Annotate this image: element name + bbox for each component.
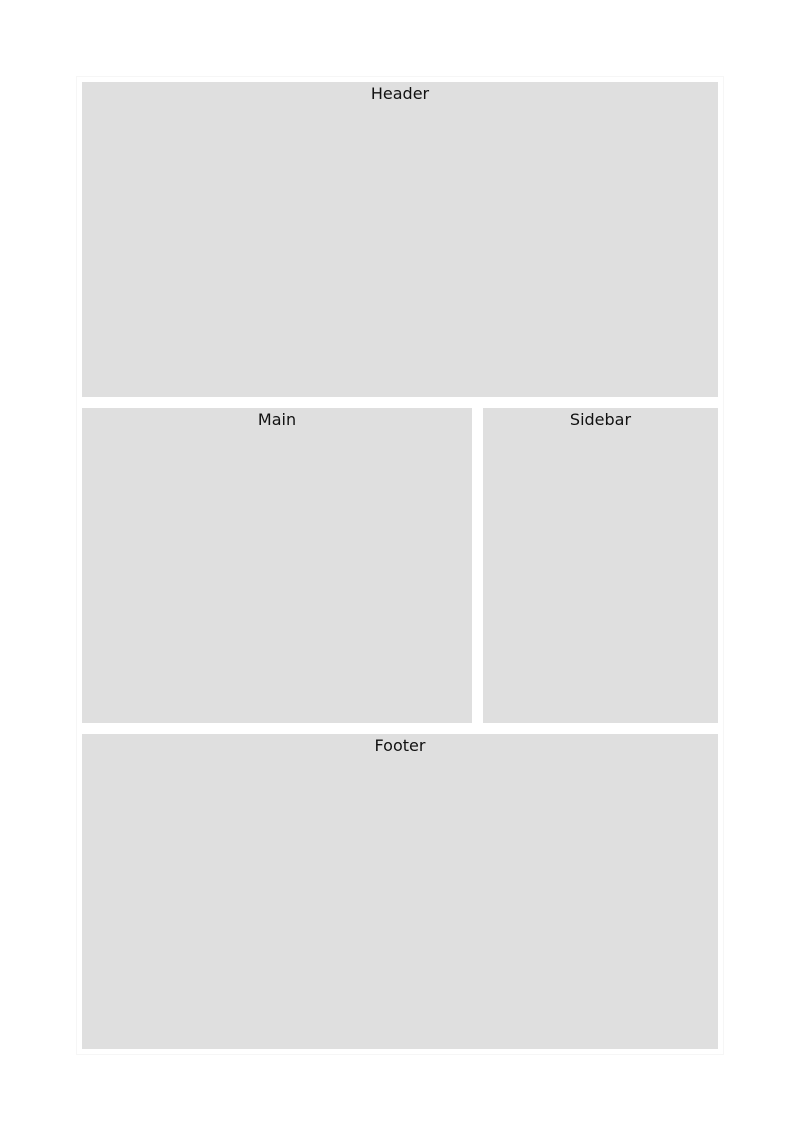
main-region: Main: [82, 408, 472, 723]
sidebar-region: Sidebar: [483, 408, 718, 723]
footer-region: Footer: [82, 734, 718, 1049]
sidebar-label: Sidebar: [569, 410, 632, 429]
header-label: Header: [370, 84, 430, 103]
page: Header Main Sidebar Footer: [0, 0, 800, 1131]
header-region: Header: [82, 82, 718, 397]
main-label: Main: [257, 410, 297, 429]
footer-label: Footer: [374, 736, 426, 755]
